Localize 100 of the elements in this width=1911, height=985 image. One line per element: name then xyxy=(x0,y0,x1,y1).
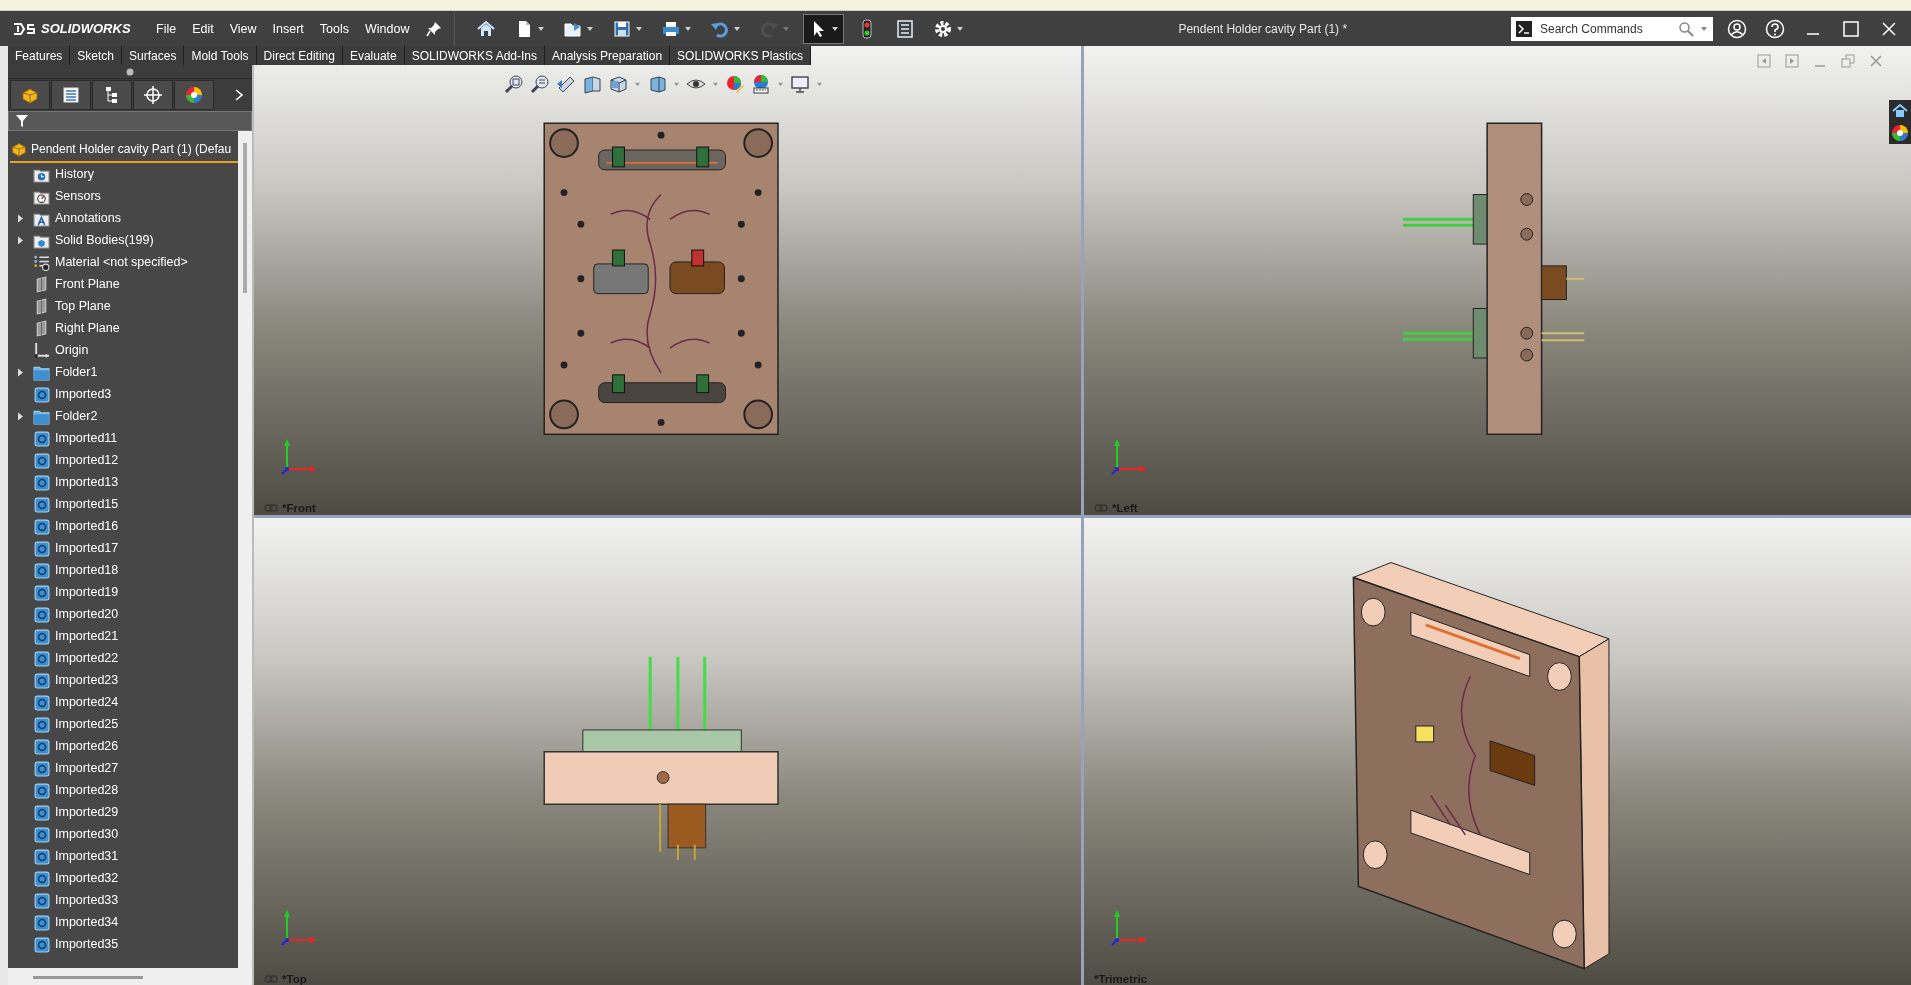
tree-item[interactable]: Solid Bodies(199) xyxy=(55,233,154,247)
tree-item[interactable]: Imported24 xyxy=(55,695,119,709)
imported-body-icon xyxy=(33,693,50,711)
tree-item[interactable]: History xyxy=(55,167,94,181)
tree-item[interactable]: Material <not specified> xyxy=(55,255,188,269)
tree-item[interactable]: Imported35 xyxy=(55,937,119,951)
imported-body-icon xyxy=(33,913,50,931)
scrollbar-thumb[interactable] xyxy=(243,143,247,293)
tree-item[interactable]: Origin xyxy=(55,343,89,357)
imported-body-icon xyxy=(33,605,50,623)
section-view-icon[interactable] xyxy=(582,74,602,94)
previous-view-icon[interactable] xyxy=(556,74,576,94)
search-bar[interactable]: Search Commands xyxy=(1511,16,1713,41)
logo-icon xyxy=(12,20,38,37)
imported-body-icon xyxy=(33,869,50,887)
tree-item[interactable]: Imported26 xyxy=(55,739,119,753)
app-logo: SOLIDWORKS xyxy=(41,21,131,36)
tree-item[interactable]: Imported19 xyxy=(55,585,119,599)
tree-item[interactable]: Imported13 xyxy=(55,475,119,489)
cube-icon[interactable] xyxy=(608,74,628,94)
tree-item[interactable]: Sensors xyxy=(55,189,101,203)
menu-item[interactable]: Insert xyxy=(264,21,312,36)
scene-icon[interactable] xyxy=(751,74,771,94)
help-icon[interactable] xyxy=(1765,18,1785,39)
caret-icon[interactable] xyxy=(1700,24,1708,33)
zoom-area-icon[interactable] xyxy=(530,74,550,94)
imported-body-icon xyxy=(33,451,50,469)
tree-item[interactable]: Front Plane xyxy=(55,277,120,291)
tree-item[interactable]: Imported11 xyxy=(55,431,118,445)
menu-item[interactable]: File xyxy=(148,21,185,36)
tree-item[interactable]: Imported23 xyxy=(55,673,119,687)
imported-body-icon xyxy=(33,429,50,447)
appearance-icon[interactable] xyxy=(725,74,745,94)
crosshair-tab[interactable] xyxy=(133,80,173,110)
shaded-cube-icon[interactable] xyxy=(647,74,667,94)
menu-item[interactable]: Edit xyxy=(184,21,222,36)
axis-triad-icon xyxy=(279,908,319,948)
expand-arrow-icon[interactable] xyxy=(16,213,24,223)
origin-icon xyxy=(33,341,50,359)
tree-item[interactable]: Imported22 xyxy=(55,651,119,665)
expand-arrow-icon[interactable] xyxy=(16,367,24,377)
gear-icon xyxy=(932,18,953,39)
tree-item[interactable]: Imported34 xyxy=(55,915,119,929)
imported-body-icon xyxy=(33,935,50,953)
configuration-tree-tab[interactable] xyxy=(92,80,132,110)
drag-handle-icon[interactable] xyxy=(126,67,134,76)
imported-body-icon xyxy=(33,539,50,557)
tree-item[interactable]: Imported16 xyxy=(55,519,119,533)
color-wheel-tab[interactable] xyxy=(174,80,214,110)
filter-icon[interactable] xyxy=(15,114,29,128)
axis-triad-icon xyxy=(1109,908,1149,948)
menu-item[interactable]: View xyxy=(221,21,265,36)
imported-body-icon xyxy=(33,847,50,865)
expand-arrow-icon[interactable] xyxy=(16,411,24,421)
tree-item[interactable]: Top Plane xyxy=(55,299,111,313)
tree-item[interactable]: Right Plane xyxy=(55,321,120,335)
tree-item[interactable]: Imported18 xyxy=(55,563,119,577)
chevron-icon[interactable] xyxy=(234,89,244,101)
tree-item[interactable]: Folder2 xyxy=(55,409,98,423)
tree-item[interactable]: Folder1 xyxy=(55,365,98,379)
monitor-icon[interactable] xyxy=(790,74,810,94)
tree-item[interactable]: Imported30 xyxy=(55,827,119,841)
tree-item[interactable]: Imported29 xyxy=(55,805,119,819)
pin-icon[interactable] xyxy=(425,20,442,37)
zoom-to-fit-icon[interactable] xyxy=(504,74,524,94)
property-list-tab[interactable] xyxy=(51,80,91,110)
imported-body-icon xyxy=(33,825,50,843)
tree-item[interactable]: Imported31 xyxy=(55,849,119,863)
tree-root-item[interactable]: Pendent Holder cavity Part (1) (Defau xyxy=(31,142,232,156)
tree-item[interactable]: Imported27 xyxy=(55,761,119,775)
list-icon xyxy=(894,18,915,39)
tree-item[interactable]: Imported21 xyxy=(55,629,119,643)
tree-item[interactable]: Imported20 xyxy=(55,607,119,621)
menu-item[interactable]: Window xyxy=(357,21,418,36)
tree-item[interactable]: Imported17 xyxy=(55,541,119,555)
select-button[interactable] xyxy=(802,13,844,44)
home-icon xyxy=(475,18,496,39)
part-tab[interactable] xyxy=(10,80,50,110)
tree-item[interactable]: Imported15 xyxy=(55,497,119,511)
terminal-icon xyxy=(1516,20,1532,37)
expand-arrow-icon[interactable] xyxy=(16,235,24,245)
tree-item[interactable]: Imported12 xyxy=(55,453,119,467)
window-title: Pendent Holder cavity Part (1) * xyxy=(1177,21,1349,36)
scrollbar-thumb[interactable] xyxy=(33,976,143,979)
maximize-icon[interactable] xyxy=(1841,18,1861,39)
tree-item[interactable]: Imported32 xyxy=(55,871,119,885)
tree-item[interactable]: Imported25 xyxy=(55,717,119,731)
imported-body-icon xyxy=(33,495,50,513)
imported-body-icon xyxy=(33,781,50,799)
imported-body-icon xyxy=(33,671,50,689)
imported-body-icon xyxy=(33,473,50,491)
tree-item[interactable]: Annotations xyxy=(55,211,122,225)
tree-item[interactable]: Imported3 xyxy=(55,387,112,401)
tree-item[interactable]: Imported33 xyxy=(55,893,119,907)
user-icon[interactable] xyxy=(1727,18,1747,39)
menu-item[interactable]: Tools xyxy=(311,21,358,36)
tree-item[interactable]: Imported28 xyxy=(55,783,119,797)
view-name: *Front xyxy=(282,501,316,514)
imported-body-icon xyxy=(33,715,50,733)
color-wheel-icon[interactable] xyxy=(1890,123,1910,143)
